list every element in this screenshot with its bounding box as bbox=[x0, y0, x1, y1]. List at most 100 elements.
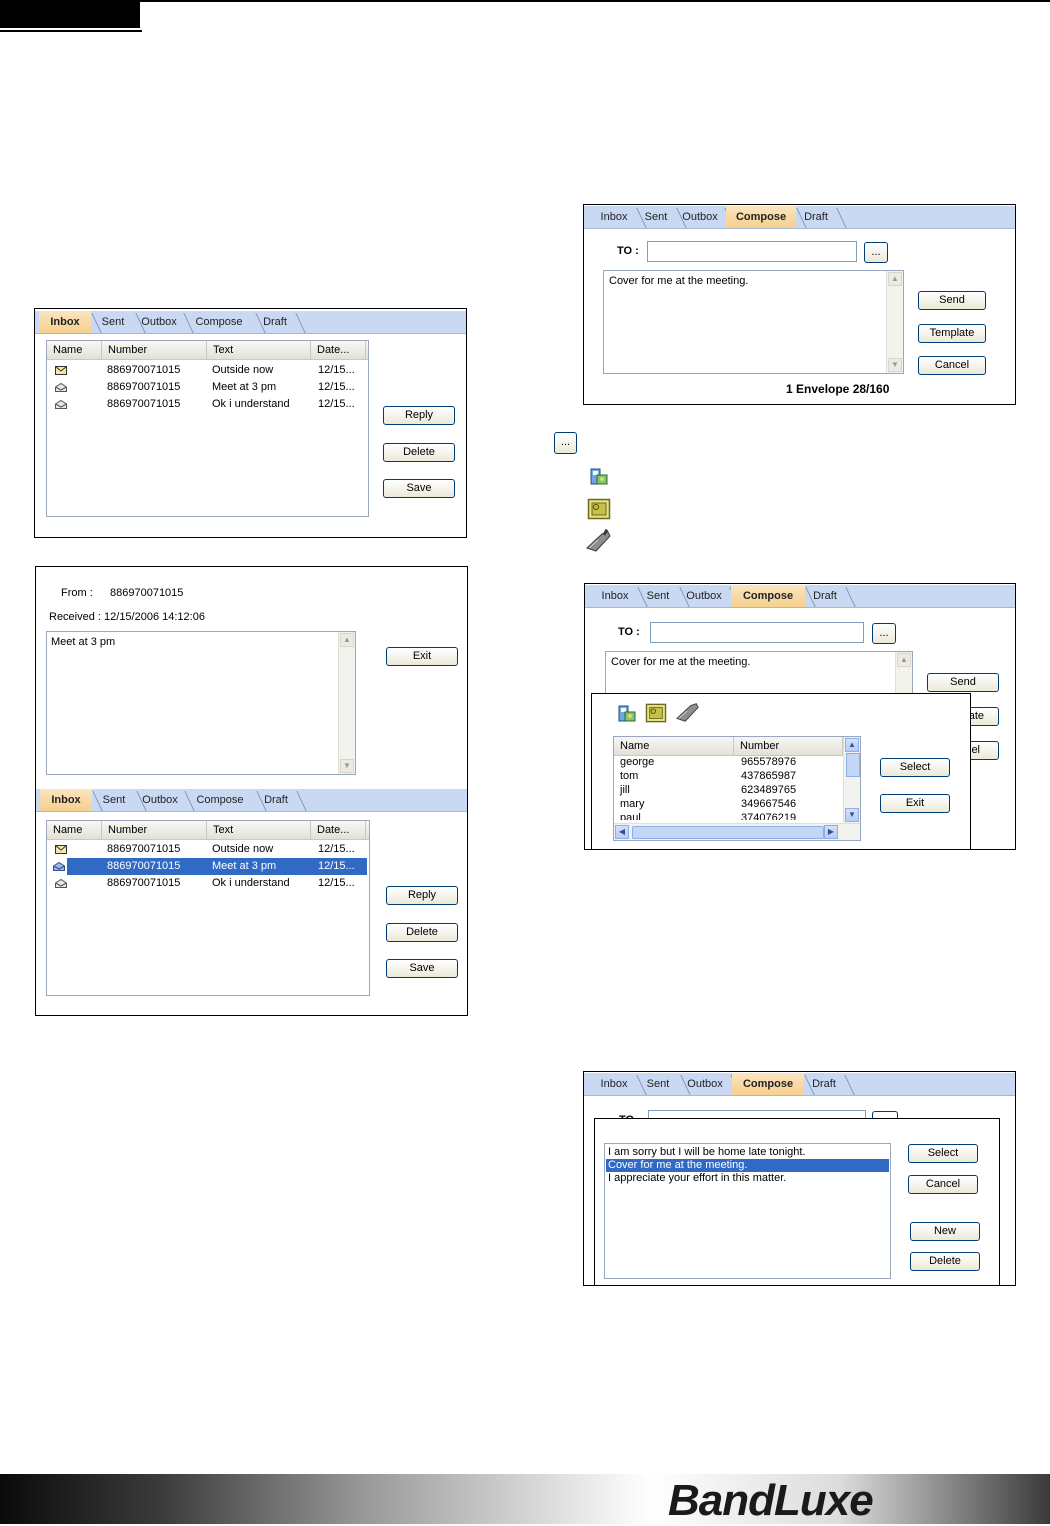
scroll-down-icon[interactable]: ▼ bbox=[845, 808, 859, 822]
scroll-up-icon[interactable]: ▲ bbox=[897, 653, 911, 667]
column-date[interactable]: Date... bbox=[311, 821, 366, 839]
column-number[interactable]: Number bbox=[734, 737, 843, 755]
tab-draft[interactable]: Draft bbox=[804, 1073, 855, 1095]
tab-outbox[interactable]: Outbox bbox=[676, 206, 735, 228]
scroll-down-icon[interactable]: ▼ bbox=[888, 358, 902, 372]
scroll-right-icon[interactable]: ▶ bbox=[824, 825, 838, 839]
scroll-thumb[interactable] bbox=[846, 753, 860, 777]
tab-inbox[interactable]: Inbox bbox=[593, 585, 648, 607]
tab-compose[interactable]: Compose bbox=[732, 1073, 815, 1095]
footer-gradient-bar bbox=[0, 1474, 1050, 1524]
tab-draft[interactable]: Draft bbox=[256, 789, 307, 811]
phonebook-icon[interactable] bbox=[616, 703, 638, 725]
unread-envelope-icon bbox=[55, 845, 67, 854]
table-row[interactable]: 886970071015 Ok i understand 12/15... bbox=[49, 875, 367, 892]
handset-icon[interactable] bbox=[674, 700, 702, 724]
column-name[interactable]: Name bbox=[47, 821, 102, 839]
exit-button[interactable]: Exit bbox=[880, 794, 950, 813]
sim-card-icon[interactable] bbox=[645, 703, 667, 723]
reply-button[interactable]: Reply bbox=[386, 886, 458, 905]
delete-button[interactable]: Delete bbox=[383, 443, 455, 462]
recipient-input[interactable] bbox=[647, 241, 857, 262]
column-name[interactable]: Name bbox=[614, 737, 734, 755]
table-row[interactable]: 886970071015 Outside now 12/15... bbox=[49, 841, 367, 858]
tab-outbox[interactable]: Outbox bbox=[136, 789, 195, 811]
list-item-selected[interactable]: Cover for me at the meeting. bbox=[606, 1159, 889, 1172]
scroll-thumb[interactable] bbox=[632, 826, 824, 839]
template-button[interactable]: Template bbox=[918, 324, 986, 343]
table-row[interactable]: mary 349667546 bbox=[616, 797, 841, 811]
template-list[interactable]: I am sorry but I will be home late tonig… bbox=[604, 1143, 891, 1279]
scroll-up-icon[interactable]: ▲ bbox=[340, 633, 354, 647]
scroll-up-icon[interactable]: ▲ bbox=[888, 272, 902, 286]
list-item[interactable]: I am sorry but I will be home late tonig… bbox=[606, 1146, 889, 1159]
cancel-button[interactable]: Cancel bbox=[918, 356, 986, 375]
column-number[interactable]: Number bbox=[102, 341, 207, 359]
exit-button[interactable]: Exit bbox=[386, 647, 458, 666]
tab-compose[interactable]: Compose bbox=[184, 789, 267, 811]
new-template-button[interactable]: New bbox=[910, 1222, 980, 1241]
tab-compose[interactable]: Compose bbox=[183, 311, 266, 333]
recipient-input[interactable] bbox=[650, 622, 864, 643]
contacts-panel: Inbox Sent Outbox Compose Draft TO : ...… bbox=[584, 583, 1016, 850]
tab-sent[interactable]: Sent bbox=[92, 789, 147, 811]
vertical-scrollbar[interactable]: ▲ ▼ bbox=[843, 737, 860, 823]
scroll-down-icon[interactable]: ▼ bbox=[340, 759, 354, 773]
contact-number: 437865987 bbox=[741, 770, 797, 782]
tab-compose[interactable]: Compose bbox=[731, 585, 816, 607]
tab-draft[interactable]: Draft bbox=[805, 585, 856, 607]
delete-template-button[interactable]: Delete bbox=[910, 1252, 980, 1271]
scroll-up-icon[interactable]: ▲ bbox=[845, 738, 859, 752]
tab-sent[interactable]: Sent bbox=[637, 585, 690, 607]
select-button[interactable]: Select bbox=[908, 1144, 978, 1163]
tab-outbox[interactable]: Outbox bbox=[135, 311, 194, 333]
tab-sent[interactable]: Sent bbox=[636, 206, 687, 228]
tab-inbox[interactable]: Inbox bbox=[592, 206, 647, 228]
table-row[interactable]: 886970071015 Ok i understand 12/15... bbox=[49, 396, 366, 413]
send-button[interactable]: Send bbox=[927, 673, 999, 692]
table-row-selected[interactable]: 886970071015 Meet at 3 pm 12/15... bbox=[53, 858, 367, 875]
column-number[interactable]: Number bbox=[102, 821, 207, 839]
vertical-scrollbar[interactable]: ▲ ▼ bbox=[338, 632, 355, 774]
column-text[interactable]: Text bbox=[207, 341, 311, 359]
message-list[interactable]: Name Number Text Date... 886970071015 Ou… bbox=[46, 820, 370, 996]
row-number: 886970071015 bbox=[107, 381, 181, 393]
contact-list[interactable]: Name Number george 965578976 tom 437865987… bbox=[613, 736, 861, 841]
tab-inbox[interactable]: Inbox bbox=[592, 1073, 647, 1095]
tab-inbox[interactable]: Inbox bbox=[40, 789, 103, 811]
reply-button[interactable]: Reply bbox=[383, 406, 455, 425]
tab-outbox[interactable]: Outbox bbox=[680, 1073, 741, 1095]
tab-inbox[interactable]: Inbox bbox=[39, 311, 102, 333]
scroll-left-icon[interactable]: ◀ bbox=[615, 825, 629, 839]
send-button[interactable]: Send bbox=[918, 291, 986, 310]
column-name[interactable]: Name bbox=[47, 341, 102, 359]
tab-sent[interactable]: Sent bbox=[91, 311, 146, 333]
select-button[interactable]: Select bbox=[880, 758, 950, 777]
table-row[interactable]: tom 437865987 bbox=[616, 769, 841, 783]
cancel-button[interactable]: Cancel bbox=[908, 1175, 978, 1194]
column-date[interactable]: Date... bbox=[311, 341, 366, 359]
horizontal-scrollbar[interactable]: ◀ ▶ bbox=[614, 823, 860, 840]
list-item[interactable]: I appreciate your effort in this matter. bbox=[606, 1172, 889, 1185]
message-list[interactable]: Name Number Text Date... 886970071015 Ou… bbox=[46, 340, 369, 517]
tab-outbox[interactable]: Outbox bbox=[679, 585, 740, 607]
bandluxe-logo: BandLuxe bbox=[668, 1476, 874, 1525]
vertical-scrollbar[interactable]: ▲ ▼ bbox=[886, 271, 903, 373]
contact-name: tom bbox=[620, 770, 639, 782]
column-text[interactable]: Text bbox=[207, 821, 311, 839]
browse-contacts-button[interactable]: ... bbox=[872, 623, 896, 644]
table-row[interactable]: george 965578976 bbox=[616, 755, 841, 769]
message-body-input[interactable]: Cover for me at the meeting. ▲ ▼ bbox=[603, 270, 904, 374]
save-button[interactable]: Save bbox=[386, 959, 458, 978]
table-row[interactable]: 886970071015 Outside now 12/15... bbox=[49, 362, 366, 379]
tab-draft[interactable]: Draft bbox=[255, 311, 306, 333]
delete-button[interactable]: Delete bbox=[386, 923, 458, 942]
table-row[interactable]: paul 374076219 bbox=[616, 811, 841, 820]
table-row[interactable]: jill 623489765 bbox=[616, 783, 841, 797]
save-button[interactable]: Save bbox=[383, 479, 455, 498]
tab-compose[interactable]: Compose bbox=[726, 206, 807, 228]
table-row[interactable]: 886970071015 Meet at 3 pm 12/15... bbox=[49, 379, 366, 396]
browse-contacts-button[interactable]: ... bbox=[864, 242, 888, 263]
tab-draft[interactable]: Draft bbox=[796, 206, 847, 228]
tab-sent[interactable]: Sent bbox=[636, 1073, 691, 1095]
